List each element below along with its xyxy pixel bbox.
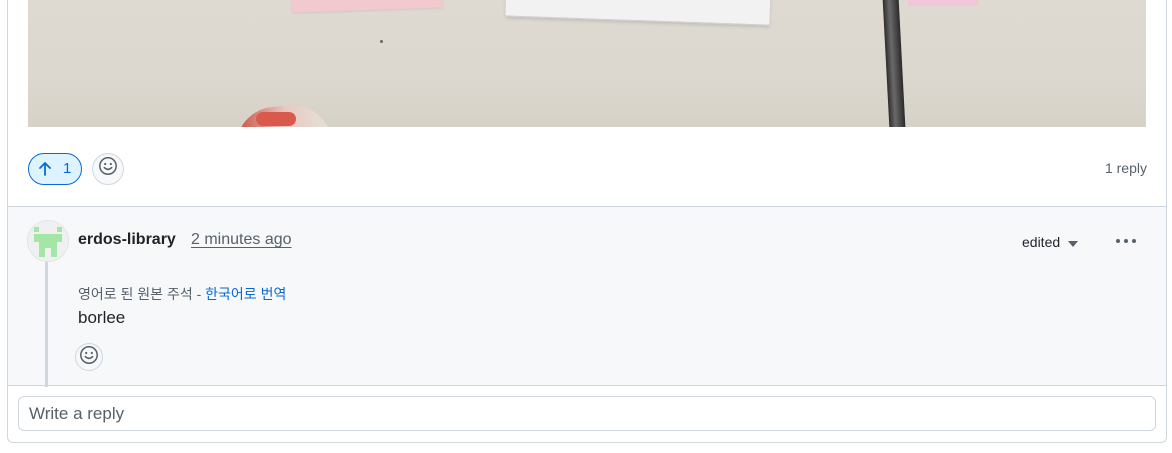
smiley-icon	[79, 345, 99, 370]
more-options-button[interactable]	[1112, 231, 1140, 251]
photo-detail	[882, 0, 906, 127]
comment-author[interactable]: erdos-library	[78, 231, 176, 249]
attached-photo	[28, 0, 1146, 127]
comment-body: borlee	[78, 308, 126, 327]
photo-detail	[908, 0, 978, 6]
edited-label: edited	[1022, 234, 1061, 250]
arrow-up-icon	[37, 161, 53, 177]
thread-connector	[45, 247, 48, 387]
triangle-down-icon	[1068, 234, 1079, 250]
photo-detail	[380, 40, 383, 43]
avatar[interactable]	[27, 220, 69, 262]
add-reaction-button[interactable]	[75, 343, 103, 371]
smiley-icon	[98, 156, 118, 181]
reply-input[interactable]	[18, 396, 1156, 431]
kebab-horizontal-icon	[1124, 239, 1128, 243]
reaction-bar: 1	[28, 152, 125, 185]
upvote-button[interactable]: 1	[28, 152, 83, 185]
identicon-icon	[28, 221, 68, 261]
edit-history-dropdown[interactable]: edited	[1022, 234, 1079, 250]
reply-thread: erdos-library 2 minutes ago edited 영어로 된…	[8, 206, 1166, 387]
kebab-horizontal-icon	[1116, 239, 1120, 243]
photo-detail	[291, 0, 443, 13]
upvote-count: 1	[63, 160, 72, 177]
translate-link[interactable]: 한국어로 번역	[205, 286, 286, 302]
discussion-card: 1 1 reply erdos-library 2 minutes ago ed…	[7, 0, 1167, 443]
reply-count: 1 reply	[1104, 160, 1147, 176]
comment-timestamp[interactable]: 2 minutes ago	[191, 231, 292, 249]
translation-note: 영어로 된 원본 주석 - 한국어로 번역	[78, 284, 286, 304]
add-reaction-button[interactable]	[92, 152, 125, 185]
kebab-horizontal-icon	[1132, 239, 1136, 243]
photo-detail	[505, 0, 771, 26]
photo-detail	[256, 112, 296, 126]
translation-note-text: 영어로 된 원본 주석 -	[78, 286, 202, 302]
